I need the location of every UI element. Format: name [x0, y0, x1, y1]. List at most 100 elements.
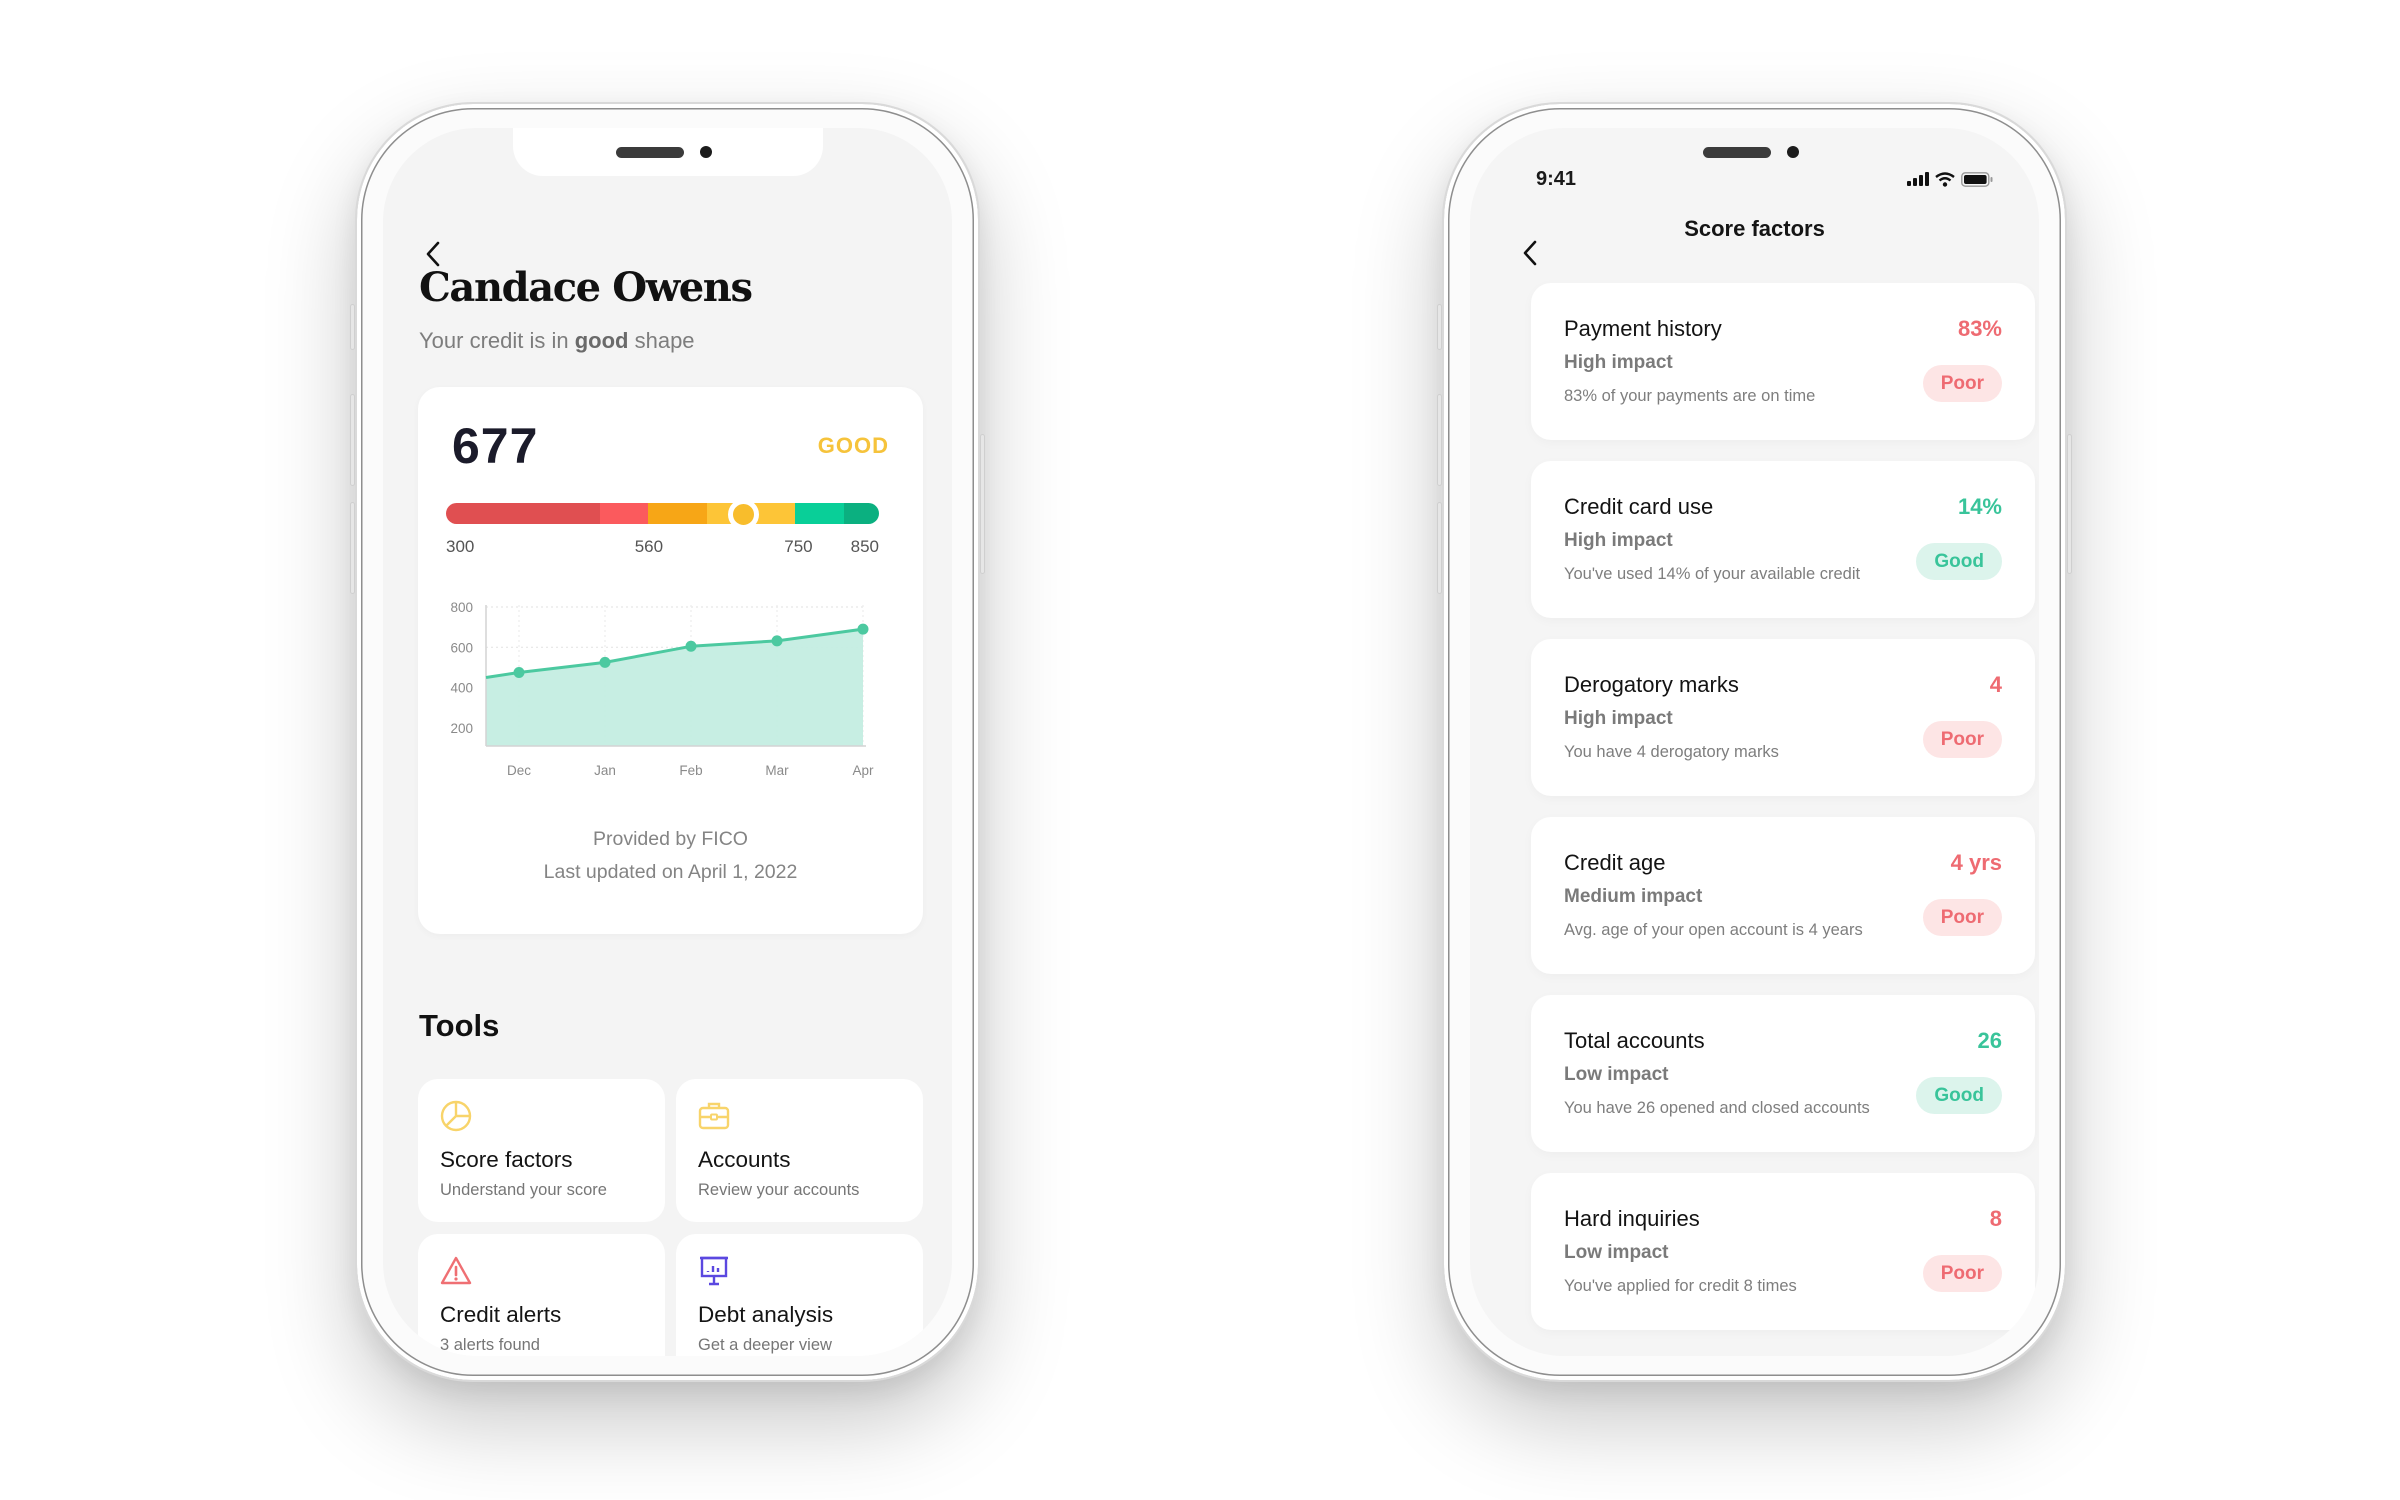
phone-notch — [1600, 128, 1910, 176]
x-axis-tick-label: Feb — [679, 763, 702, 778]
tool-subtitle: Get a deeper view — [698, 1336, 832, 1354]
tool-subtitle: Understand your score — [440, 1181, 607, 1199]
status-bar-time: 9:41 — [1536, 168, 1577, 190]
signal-icon — [1907, 172, 1929, 186]
tool-card-credit-alerts[interactable]: Credit alerts 3 alerts found — [418, 1234, 665, 1356]
score-history-chart: 200 400 600 800 Dec Jan Feb Mar Apr — [418, 597, 923, 807]
credit-score-rating: GOOD — [817, 433, 889, 458]
phone-volume-down-button — [350, 502, 355, 594]
factor-impact: High impact — [1564, 530, 1673, 551]
chart-data-point — [857, 623, 869, 635]
factor-description: You've used 14% of your available credit — [1564, 565, 1861, 583]
factor-value: 26 — [1977, 1028, 2002, 1053]
back-button[interactable] — [1520, 238, 1542, 268]
tool-title: Debt analysis — [698, 1302, 834, 1327]
x-axis-tick-label: Apr — [852, 763, 874, 778]
pie-chart-icon — [439, 1099, 473, 1133]
factor-impact: Medium impact — [1564, 886, 1703, 907]
chart-area-fill — [486, 629, 863, 746]
y-axis-tick-label: 800 — [450, 600, 473, 615]
phone-mute-switch — [1437, 304, 1442, 350]
phone-notch — [512, 128, 823, 176]
gauge-segment — [446, 503, 601, 524]
chevron-left-icon — [1523, 240, 1537, 266]
score-factor-card-payment-history[interactable]: Payment history 83% High impact 83% of y… — [1531, 283, 2035, 440]
front-camera — [1786, 146, 1799, 158]
x-axis-tick-label: Mar — [765, 763, 789, 778]
factor-name: Derogatory marks — [1564, 672, 1739, 697]
subtitle-prefix: Your credit is in — [419, 328, 575, 353]
score-factor-card-hard-inquiries[interactable]: Hard inquiries 8 Low impact You've appli… — [1531, 1173, 2035, 1330]
gauge-segment — [648, 503, 707, 524]
phone-power-button — [980, 434, 985, 574]
score-factor-card-credit-age[interactable]: Credit age 4 yrs Medium impact Avg. age … — [1531, 817, 2035, 974]
factor-description: 83% of your payments are on time — [1564, 387, 1816, 405]
phone-mockup-score-factors: 9:41 Score factors Payment history 83% H… — [1437, 102, 2072, 1382]
factor-impact: Low impact — [1564, 1064, 1669, 1085]
factor-name: Payment history — [1564, 316, 1722, 341]
score-gauge-marker — [727, 499, 759, 530]
user-name-heading: Candace Owens — [419, 264, 753, 311]
factor-name: Credit age — [1564, 850, 1666, 875]
factor-description: Avg. age of your open account is 4 years — [1564, 921, 1863, 939]
y-axis-tick-label: 200 — [450, 721, 473, 736]
credit-score-card[interactable]: 677 GOOD 300 560 750 850 200 400 600 800 Dec Jan… — [418, 387, 923, 934]
score-factors-screen: 9:41 Score factors Payment history 83% H… — [1470, 128, 2039, 1356]
score-gauge-bar — [446, 503, 879, 524]
gauge-tick-label: 560 — [634, 537, 664, 556]
factor-status-badge: Good — [1916, 1077, 2002, 1114]
chart-data-point — [599, 656, 611, 668]
factor-name: Total accounts — [1564, 1028, 1705, 1053]
phone-volume-up-button — [1437, 394, 1442, 486]
x-axis-tick-label: Jan — [594, 763, 616, 778]
factor-value: 8 — [1989, 1206, 2002, 1231]
tool-title: Score factors — [440, 1147, 573, 1172]
chart-data-point — [685, 640, 697, 652]
y-axis-tick-label: 600 — [450, 640, 473, 655]
factor-status-badge: Poor — [1922, 721, 2002, 758]
tool-card-debt-analysis[interactable]: Debt analysis Get a deeper view — [676, 1234, 923, 1356]
status-bar-icons — [1907, 170, 1993, 188]
factor-impact: Low impact — [1564, 1242, 1669, 1263]
phone-volume-down-button — [1437, 502, 1442, 594]
speaker-grille — [615, 147, 684, 158]
chart-data-point — [513, 666, 525, 678]
wifi-icon — [1935, 171, 1955, 187]
factor-name: Credit card use — [1564, 494, 1714, 519]
factor-name: Hard inquiries — [1564, 1206, 1700, 1231]
score-factor-card-credit-card-use[interactable]: Credit card use 14% High impact You've u… — [1531, 461, 2035, 618]
subtitle-suffix: shape — [628, 328, 695, 353]
x-axis-tick-label: Dec — [507, 763, 531, 778]
score-history-chart-svg: 200 400 600 800 Dec Jan Feb Mar Apr — [450, 600, 874, 778]
factor-description: You've applied for credit 8 times — [1564, 1277, 1797, 1295]
front-camera — [699, 146, 712, 158]
phone-mockup-credit-overview: Candace Owens Your credit is in good sha… — [350, 102, 985, 1382]
gauge-segment — [794, 503, 845, 524]
score-factor-card-derogatory-marks[interactable]: Derogatory marks 4 High impact You have … — [1531, 639, 2035, 796]
chart-data-point — [771, 635, 783, 647]
factor-impact: High impact — [1564, 352, 1673, 373]
factor-impact: High impact — [1564, 708, 1673, 729]
page-title: Score factors — [1684, 216, 1825, 241]
factor-status-badge: Poor — [1922, 365, 2002, 402]
tools-heading: Tools — [419, 1008, 500, 1043]
last-updated-note: Last updated on April 1, 2022 — [543, 861, 798, 883]
tool-subtitle: 3 alerts found — [440, 1336, 540, 1354]
briefcase-icon — [697, 1099, 731, 1133]
factor-description: You have 4 derogatory marks — [1564, 743, 1779, 761]
gauge-tick-label: 300 — [446, 537, 475, 556]
tool-card-accounts[interactable]: Accounts Review your accounts — [676, 1079, 923, 1222]
factor-value: 4 yrs — [1950, 850, 2002, 875]
battery-icon — [1961, 171, 1993, 187]
gauge-tick-label: 850 — [850, 537, 879, 556]
phone-mute-switch — [350, 304, 355, 350]
factor-value: 14% — [1957, 494, 2002, 519]
tool-card-score-factors[interactable]: Score factors Understand your score — [418, 1079, 665, 1222]
tool-subtitle: Review your accounts — [698, 1181, 860, 1199]
score-factor-card-total-accounts[interactable]: Total accounts 26 Low impact You have 26… — [1531, 995, 2035, 1152]
factor-status-badge: Good — [1916, 543, 2002, 580]
tool-title: Credit alerts — [440, 1302, 562, 1327]
tool-title: Accounts — [698, 1147, 791, 1172]
y-axis-tick-label: 400 — [450, 681, 473, 696]
factor-description: You have 26 opened and closed accounts — [1564, 1099, 1870, 1117]
